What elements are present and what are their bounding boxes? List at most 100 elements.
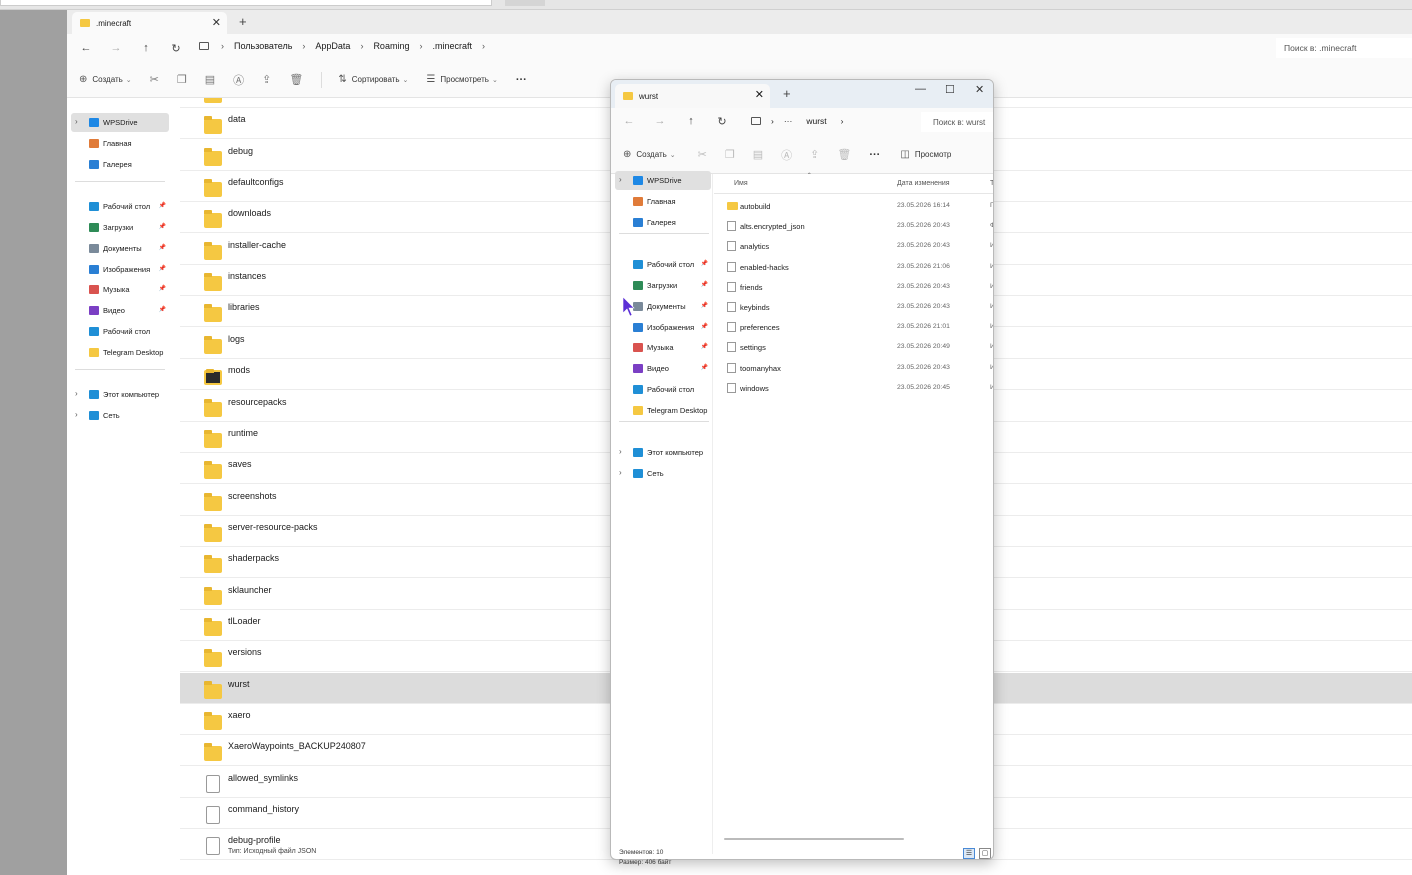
share-icon[interactable]: ⇪ bbox=[262, 73, 271, 86]
new-tab-button[interactable]: + bbox=[783, 86, 791, 101]
tiles-view-icon[interactable]: ▢ bbox=[979, 848, 991, 859]
copy-icon[interactable]: ❐ bbox=[725, 148, 735, 161]
pin-icon[interactable]: 📌 bbox=[701, 323, 708, 330]
create-button[interactable]: ⊕ Создать ⌄ bbox=[623, 149, 676, 160]
chevron-right-icon[interactable]: › bbox=[841, 116, 844, 126]
column-name[interactable]: Имя bbox=[734, 180, 748, 187]
pin-icon[interactable]: 📌 bbox=[701, 302, 708, 309]
file-row[interactable]: autobuild 23.05.2026 16:14 Г bbox=[714, 196, 993, 216]
sidebar-item[interactable]: Рабочий стол 📌 bbox=[615, 255, 711, 274]
pin-icon[interactable]: 📌 bbox=[701, 281, 708, 288]
file-row[interactable]: windows 23.05.2026 20:45 И bbox=[714, 378, 993, 398]
sidebar-item[interactable]: › WPSDrive bbox=[71, 113, 169, 132]
chevron-right-icon[interactable]: › bbox=[482, 41, 485, 51]
pin-icon[interactable]: 📌 bbox=[159, 223, 166, 230]
chevron-right-icon[interactable]: › bbox=[360, 41, 363, 51]
file-row[interactable]: keybinds 23.05.2026 20:43 И bbox=[714, 297, 993, 317]
sidebar-item[interactable]: Загрузки 📌 bbox=[71, 218, 169, 237]
cut-icon[interactable]: ✂ bbox=[150, 73, 159, 86]
rename-icon[interactable]: Ⓐ bbox=[781, 147, 792, 163]
chevron-right-icon[interactable]: › bbox=[619, 447, 622, 456]
sidebar-item[interactable]: Видео 📌 bbox=[71, 301, 169, 320]
breadcrumb-overflow[interactable]: ··· bbox=[784, 116, 793, 126]
pin-icon[interactable]: 📌 bbox=[159, 306, 166, 313]
tab-minecraft[interactable]: .minecraft ✕ bbox=[72, 12, 227, 34]
chevron-right-icon[interactable]: › bbox=[419, 41, 422, 51]
pin-icon[interactable]: 📌 bbox=[701, 364, 708, 371]
delete-icon[interactable]: 🗑 bbox=[289, 73, 303, 86]
pin-icon[interactable]: 📌 bbox=[159, 202, 166, 209]
chevron-right-icon[interactable]: › bbox=[75, 117, 78, 126]
paste-icon[interactable]: ▤ bbox=[205, 73, 215, 86]
sidebar-item[interactable]: Рабочий стол bbox=[71, 322, 169, 341]
file-row[interactable]: analytics 23.05.2026 20:43 И bbox=[714, 236, 993, 256]
sidebar-item[interactable]: Telegram Desktop bbox=[71, 343, 169, 362]
breadcrumb-item[interactable]: Roaming bbox=[373, 41, 409, 51]
refresh-button[interactable]: ↻ bbox=[712, 115, 732, 128]
computer-icon[interactable] bbox=[751, 117, 761, 125]
more-button[interactable]: ··· bbox=[516, 74, 527, 86]
sidebar-item[interactable]: › Сеть bbox=[615, 464, 711, 483]
horizontal-scrollbar[interactable] bbox=[724, 838, 904, 840]
up-button[interactable]: ↑ bbox=[131, 42, 161, 54]
sidebar-item[interactable]: Музыка 📌 bbox=[71, 280, 169, 299]
maximize-icon[interactable]: ☐ bbox=[945, 83, 955, 96]
sidebar-item[interactable]: Галерея bbox=[615, 213, 711, 232]
sidebar-item[interactable]: Изображения 📌 bbox=[615, 318, 711, 337]
close-window-icon[interactable]: ✕ bbox=[975, 83, 984, 96]
search-input[interactable]: Поиск в: .minecraft bbox=[1276, 38, 1412, 58]
column-type[interactable]: Т bbox=[990, 180, 993, 187]
up-button[interactable]: ↑ bbox=[681, 115, 701, 127]
breadcrumb-item[interactable]: Пользователь bbox=[234, 41, 292, 51]
copy-icon[interactable]: ❐ bbox=[177, 73, 187, 86]
refresh-button[interactable]: ↻ bbox=[161, 42, 191, 55]
column-date[interactable]: Дата изменения bbox=[897, 180, 950, 187]
minimize-icon[interactable]: — bbox=[915, 83, 926, 95]
preview-button[interactable]: ◫ Просмотр bbox=[900, 149, 951, 160]
view-button[interactable]: ☰ Просмотреть ⌄ bbox=[426, 74, 497, 85]
chevron-right-icon[interactable]: › bbox=[619, 468, 622, 477]
pin-icon[interactable]: 📌 bbox=[701, 260, 708, 267]
forward-button[interactable]: → bbox=[650, 115, 670, 127]
sidebar-item[interactable]: Главная bbox=[71, 134, 169, 153]
breadcrumb-item[interactable]: AppData bbox=[315, 41, 350, 51]
file-row[interactable]: settings 23.05.2026 20:49 И bbox=[714, 337, 993, 357]
cut-icon[interactable]: ✂ bbox=[698, 148, 707, 161]
chevron-right-icon[interactable]: › bbox=[302, 41, 305, 51]
sidebar-item[interactable]: Загрузки 📌 bbox=[615, 276, 711, 295]
sidebar-item[interactable]: Telegram Desktop bbox=[615, 401, 711, 420]
pin-icon[interactable]: 📌 bbox=[159, 285, 166, 292]
sidebar-item[interactable]: Галерея bbox=[71, 155, 169, 174]
chevron-right-icon[interactable]: › bbox=[221, 41, 224, 51]
pin-icon[interactable]: 📌 bbox=[159, 265, 166, 272]
new-tab-button[interactable]: + bbox=[239, 14, 247, 29]
pin-icon[interactable]: 📌 bbox=[159, 244, 166, 251]
chevron-right-icon[interactable]: › bbox=[75, 410, 78, 419]
sidebar-item[interactable]: Музыка 📌 bbox=[615, 338, 711, 357]
search-input[interactable]: Поиск в: wurst bbox=[921, 112, 993, 132]
file-row[interactable]: alts.encrypted_json 23.05.2026 20:43 Ф bbox=[714, 216, 993, 236]
sidebar-item[interactable]: › Этот компьютер bbox=[615, 443, 711, 462]
sidebar-item[interactable]: › Сеть bbox=[71, 406, 169, 425]
rename-icon[interactable]: Ⓐ bbox=[233, 72, 244, 88]
back-button[interactable]: ← bbox=[619, 115, 639, 127]
chevron-right-icon[interactable]: › bbox=[75, 389, 78, 398]
sidebar-item[interactable]: Видео 📌 bbox=[615, 359, 711, 378]
chevron-right-icon[interactable]: › bbox=[771, 116, 774, 126]
computer-icon[interactable] bbox=[199, 42, 209, 50]
file-row[interactable]: preferences 23.05.2026 21:01 И bbox=[714, 317, 993, 337]
sidebar-item[interactable]: › Этот компьютер bbox=[71, 385, 169, 404]
tab-wurst[interactable]: wurst ✕ bbox=[615, 84, 770, 108]
forward-button[interactable]: → bbox=[101, 42, 131, 54]
back-button[interactable]: ← bbox=[71, 42, 101, 54]
delete-icon[interactable]: 🗑 bbox=[837, 148, 851, 161]
sort-button[interactable]: ⇅ Сортировать ⌄ bbox=[338, 74, 408, 85]
more-button[interactable]: ··· bbox=[869, 149, 880, 161]
share-icon[interactable]: ⇪ bbox=[810, 148, 819, 161]
file-row[interactable]: toomanyhax 23.05.2026 20:43 И bbox=[714, 358, 993, 378]
details-view-icon[interactable]: ☰ bbox=[963, 848, 975, 859]
chevron-right-icon[interactable]: › bbox=[619, 175, 622, 184]
close-icon[interactable]: ✕ bbox=[755, 88, 764, 101]
paste-icon[interactable]: ▤ bbox=[753, 148, 763, 161]
sidebar-item[interactable]: › WPSDrive bbox=[615, 171, 711, 190]
